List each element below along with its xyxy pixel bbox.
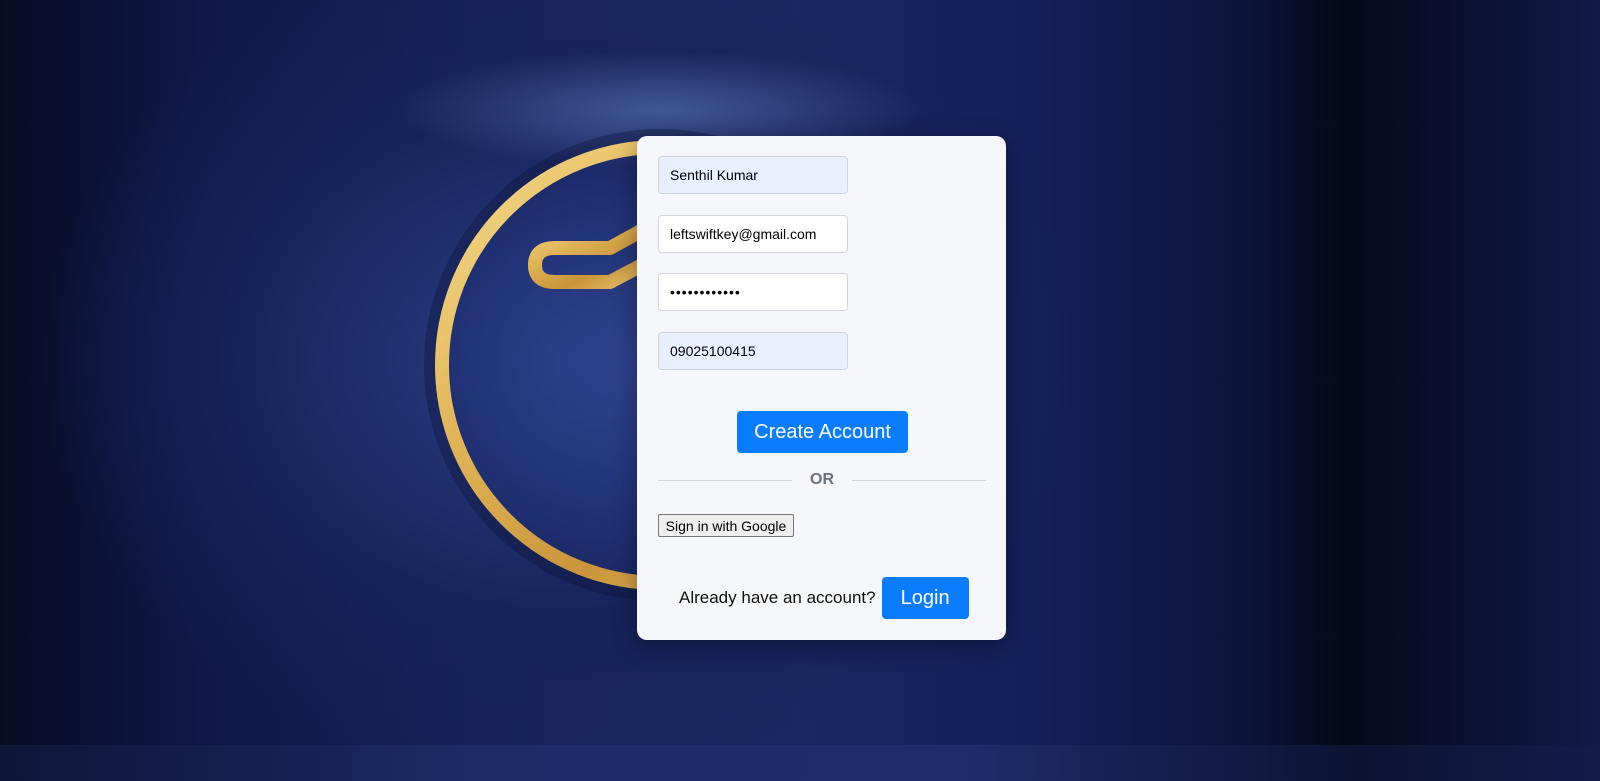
password-field[interactable] <box>658 273 848 311</box>
login-prompt: Already have an account? <box>679 588 876 607</box>
divider-line-right <box>852 480 986 481</box>
google-signin-button[interactable]: Sign in with Google <box>658 514 794 537</box>
login-button[interactable]: Login <box>881 577 969 619</box>
name-field[interactable] <box>658 156 848 194</box>
create-account-button[interactable]: Create Account <box>737 411 908 453</box>
phone-field[interactable] <box>658 332 848 370</box>
email-field[interactable] <box>658 215 848 253</box>
login-row: Already have an account? Login <box>679 577 969 619</box>
or-divider: OR <box>658 470 986 490</box>
signup-page: Create Account OR Sign in with Google Al… <box>0 0 1600 781</box>
floor-band <box>0 745 1600 781</box>
signup-card: Create Account OR Sign in with Google Al… <box>637 136 1006 640</box>
